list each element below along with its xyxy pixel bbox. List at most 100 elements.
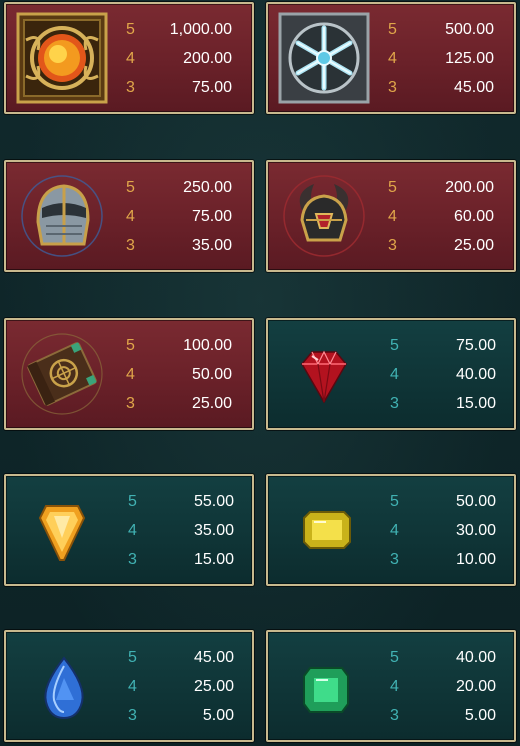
payout-value: 50.00	[191, 366, 232, 383]
symbol-count: 5	[128, 649, 137, 666]
payout-row: 5 200.00	[388, 176, 508, 200]
payout-row: 3 25.00	[126, 392, 246, 416]
symbol-count: 5	[390, 337, 399, 354]
payout-value: 50.00	[455, 493, 496, 510]
payout-row: 4 35.00	[128, 519, 248, 543]
symbol-count: 4	[390, 366, 399, 383]
paytable-panel-red-gem: 5 75.00 4 40.00 3 15.00	[266, 318, 516, 430]
payout-row: 5 1,000.00	[126, 18, 246, 42]
payout-row: 5 50.00	[390, 490, 510, 514]
payout-value: 1,000.00	[169, 21, 232, 38]
payout-value: 250.00	[183, 179, 232, 196]
winged-helmet-icon	[274, 168, 374, 264]
paytable-panel-orange-gem: 5 55.00 4 35.00 3 15.00	[4, 474, 254, 586]
payout-value: 125.00	[445, 50, 494, 67]
blue-gem-icon	[12, 638, 112, 734]
paytable-panel-yellow-gem: 5 50.00 4 30.00 3 10.00	[266, 474, 516, 586]
payout-value: 20.00	[455, 678, 496, 695]
green-gem-icon	[274, 638, 374, 734]
payout-row: 5 55.00	[128, 490, 248, 514]
payout-row: 3 35.00	[126, 234, 246, 258]
payout-value: 60.00	[453, 208, 494, 225]
symbol-count: 5	[388, 21, 397, 38]
symbol-count: 3	[126, 79, 135, 96]
symbol-count: 5	[388, 179, 397, 196]
payout-row: 3 15.00	[128, 548, 248, 572]
symbol-count: 5	[128, 493, 137, 510]
symbol-count: 4	[128, 522, 137, 539]
symbol-count: 4	[390, 678, 399, 695]
payout-row: 5 250.00	[126, 176, 246, 200]
payout-row: 4 25.00	[128, 675, 248, 699]
payout-value: 25.00	[191, 395, 232, 412]
payout-row: 5 500.00	[388, 18, 508, 42]
payout-value: 25.00	[453, 237, 494, 254]
symbol-count: 3	[128, 707, 137, 724]
payout-value: 200.00	[183, 50, 232, 67]
payout-value: 45.00	[453, 79, 494, 96]
payout-row: 5 40.00	[390, 646, 510, 670]
symbol-count: 3	[128, 551, 137, 568]
symbol-count: 3	[390, 707, 399, 724]
payout-value: 5.00	[464, 707, 496, 724]
payout-row: 4 125.00	[388, 47, 508, 71]
paytable-panel-blue-gem: 5 45.00 4 25.00 3 5.00	[4, 630, 254, 742]
symbol-count: 5	[390, 493, 399, 510]
payout-row: 3 75.00	[126, 76, 246, 100]
payout-value: 100.00	[183, 337, 232, 354]
sun-amulet-icon	[12, 10, 112, 106]
payout-value: 15.00	[455, 395, 496, 412]
orange-gem-icon	[12, 482, 112, 578]
payout-value: 35.00	[191, 237, 232, 254]
payout-row: 4 20.00	[390, 675, 510, 699]
payout-value: 75.00	[191, 208, 232, 225]
spell-book-icon	[12, 326, 112, 422]
symbol-count: 4	[126, 50, 135, 67]
symbol-count: 3	[388, 237, 397, 254]
payout-row: 5 75.00	[390, 334, 510, 358]
symbol-count: 4	[388, 208, 397, 225]
symbol-count: 4	[390, 522, 399, 539]
payout-row: 5 100.00	[126, 334, 246, 358]
paytable-panel-green-gem: 5 40.00 4 20.00 3 5.00	[266, 630, 516, 742]
payout-value: 200.00	[445, 179, 494, 196]
payout-row: 3 5.00	[128, 704, 248, 728]
symbol-count: 4	[126, 366, 135, 383]
payout-value: 5.00	[202, 707, 234, 724]
paytable-panel-sun-amulet: 5 1,000.00 4 200.00 3 75.00	[4, 2, 254, 114]
payout-value: 30.00	[455, 522, 496, 539]
symbol-count: 3	[126, 395, 135, 412]
payout-row: 4 50.00	[126, 363, 246, 387]
paytable-panel-spell-book: 5 100.00 4 50.00 3 25.00	[4, 318, 254, 430]
payout-value: 35.00	[193, 522, 234, 539]
payout-value: 75.00	[191, 79, 232, 96]
payout-row: 4 40.00	[390, 363, 510, 387]
payout-row: 4 30.00	[390, 519, 510, 543]
symbol-count: 3	[390, 551, 399, 568]
payout-row: 3 5.00	[390, 704, 510, 728]
payout-row: 4 200.00	[126, 47, 246, 71]
payout-row: 4 75.00	[126, 205, 246, 229]
symbol-count: 5	[126, 337, 135, 354]
symbol-count: 5	[390, 649, 399, 666]
symbol-count: 5	[126, 21, 135, 38]
payout-row: 3 45.00	[388, 76, 508, 100]
payout-row: 3 10.00	[390, 548, 510, 572]
snowflake-icon	[274, 10, 374, 106]
payout-value: 75.00	[455, 337, 496, 354]
payout-value: 10.00	[455, 551, 496, 568]
payout-value: 15.00	[193, 551, 234, 568]
payout-row: 3 25.00	[388, 234, 508, 258]
payout-value: 40.00	[455, 649, 496, 666]
payout-row: 4 60.00	[388, 205, 508, 229]
payout-value: 500.00	[445, 21, 494, 38]
paytable-panel-snowflake: 5 500.00 4 125.00 3 45.00	[266, 2, 516, 114]
yellow-gem-icon	[274, 482, 374, 578]
payout-value: 40.00	[455, 366, 496, 383]
symbol-count: 5	[126, 179, 135, 196]
symbol-count: 3	[388, 79, 397, 96]
red-gem-icon	[274, 326, 374, 422]
payout-value: 55.00	[193, 493, 234, 510]
symbol-count: 4	[126, 208, 135, 225]
symbol-count: 3	[126, 237, 135, 254]
